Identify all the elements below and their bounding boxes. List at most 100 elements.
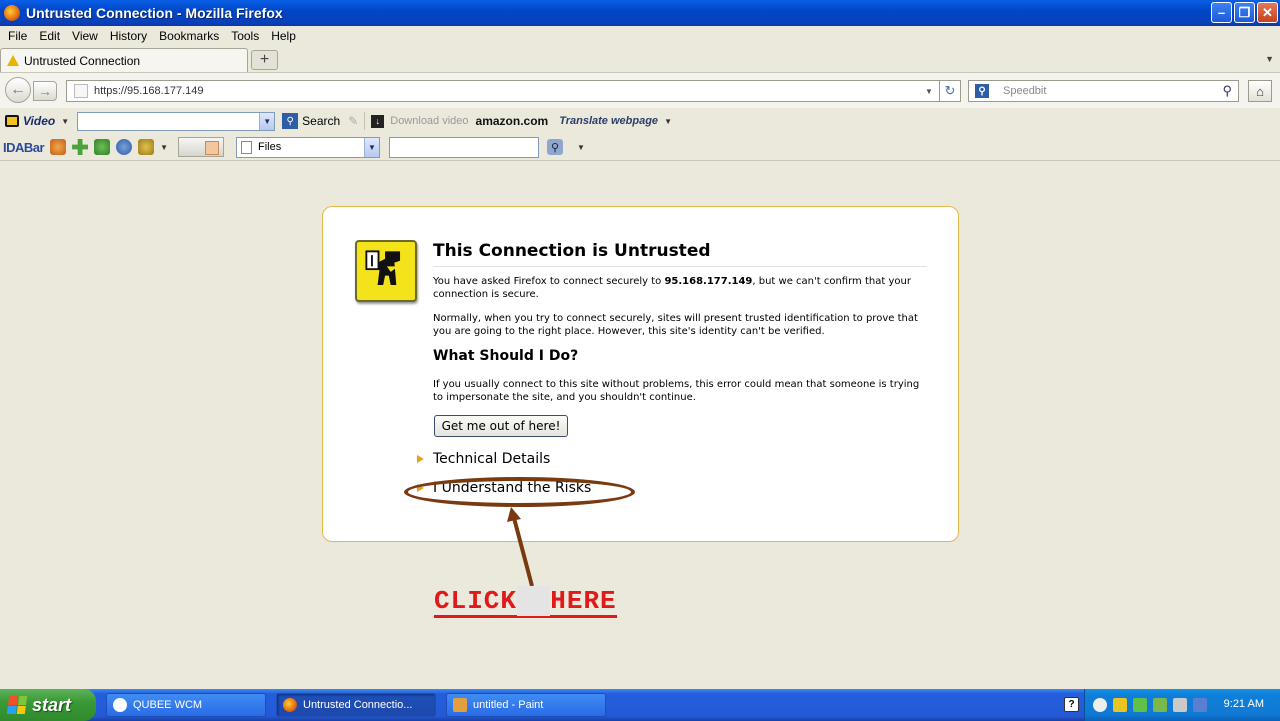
- window-title: Untrusted Connection - Mozilla Firefox: [26, 5, 283, 21]
- menu-help[interactable]: Help: [265, 29, 302, 43]
- technical-details-label: Technical Details: [433, 451, 551, 467]
- taskbar-item-qubee[interactable]: QUBEE WCM: [106, 693, 266, 717]
- menu-edit[interactable]: Edit: [33, 29, 66, 43]
- tab-untrusted-connection[interactable]: Untrusted Connection: [0, 48, 248, 72]
- text-gap: [517, 586, 551, 616]
- idabar-search-input[interactable]: [389, 136, 539, 158]
- network-icon[interactable]: [1133, 698, 1147, 712]
- policeman-warning-icon: [355, 240, 417, 302]
- reload-icon: ↻: [944, 83, 956, 98]
- combo-dropdown-icon[interactable]: ▼: [259, 112, 275, 130]
- scheduler-icon[interactable]: [138, 139, 155, 155]
- start-label: start: [32, 694, 72, 715]
- files-select[interactable]: Files ▼: [236, 136, 380, 158]
- search-engine-selector[interactable]: ⚲: [969, 81, 995, 101]
- reload-button[interactable]: ↻: [939, 80, 961, 102]
- url-history-dropdown-icon[interactable]: ▼: [925, 87, 939, 96]
- download-label: Download video: [390, 115, 469, 127]
- taskbar-item-label: QUBEE WCM: [133, 699, 203, 711]
- firefox-icon: [4, 5, 20, 21]
- add-icon[interactable]: [72, 139, 89, 155]
- intro-text-before: You have asked Firefox to connect secure…: [433, 276, 665, 287]
- host-name: 95.168.177.149: [664, 276, 753, 287]
- page-title: This Connection is Untrusted: [433, 241, 927, 267]
- click-word: CLICK: [434, 586, 518, 616]
- windows-taskbar: start QUBEE WCM Untrusted Connectio... u…: [0, 689, 1280, 721]
- new-tab-button[interactable]: +: [251, 50, 278, 70]
- idabar-search-icon[interactable]: ⚲: [547, 139, 563, 155]
- search-input[interactable]: Speedbit: [1003, 85, 1222, 97]
- search-label: Search: [302, 114, 341, 128]
- toolbar-search-button[interactable]: ⚲ Search: [282, 113, 340, 129]
- idabar-toolbar: IDABar ▼ Files ▼ ⚲ ▼: [0, 134, 1280, 161]
- speed-slider[interactable]: [178, 137, 224, 157]
- start-button[interactable]: start: [0, 689, 96, 721]
- highlight-oval: [404, 477, 635, 507]
- video-dropdown-icon[interactable]: ▼: [61, 117, 69, 126]
- minimize-button[interactable]: –: [1211, 2, 1232, 23]
- globe-icon[interactable]: [116, 139, 133, 155]
- url-bar[interactable]: https://95.168.177.149 ▼: [66, 80, 940, 102]
- menu-tools[interactable]: Tools: [225, 29, 265, 43]
- download-icon: ↓: [371, 114, 385, 128]
- video-label: Video: [23, 114, 56, 128]
- translate-dropdown-icon[interactable]: ▼: [664, 117, 672, 126]
- toolbar-search-combo[interactable]: ▼: [77, 111, 276, 131]
- here-word: HERE: [550, 586, 617, 616]
- get-me-out-button[interactable]: Get me out of here!: [434, 415, 568, 437]
- system-clock[interactable]: 9:21 AM: [1224, 698, 1264, 710]
- close-button[interactable]: ✕: [1257, 2, 1278, 23]
- idabar-more-icon[interactable]: ▼: [577, 143, 585, 152]
- url-text[interactable]: https://95.168.177.149: [94, 85, 925, 97]
- menu-history[interactable]: History: [104, 29, 153, 43]
- taskbar-item-paint[interactable]: untitled - Paint: [446, 693, 606, 717]
- monitor-icon[interactable]: [1193, 698, 1207, 712]
- restore-button[interactable]: ❐: [1234, 2, 1255, 23]
- magnifier-icon[interactable]: ⚲: [1222, 83, 1232, 99]
- qubee-icon: [113, 698, 127, 712]
- idabar-download-icon[interactable]: [50, 139, 67, 155]
- intro-paragraph: You have asked Firefox to connect secure…: [433, 275, 927, 301]
- site-identity-icon[interactable]: [74, 84, 88, 98]
- tab-label: Untrusted Connection: [24, 53, 141, 68]
- wireless-icon[interactable]: [1153, 698, 1167, 712]
- technical-details-expander[interactable]: Technical Details: [417, 451, 550, 467]
- tab-strip: Untrusted Connection + ▼: [0, 46, 1280, 72]
- menu-view[interactable]: View: [66, 29, 104, 43]
- download-video-button[interactable]: ↓ Download video: [371, 114, 469, 128]
- help-icon[interactable]: ?: [1064, 697, 1079, 712]
- add-batch-icon[interactable]: [94, 139, 111, 155]
- back-button[interactable]: ←: [5, 77, 31, 103]
- idabar-logo[interactable]: IDABar: [3, 140, 45, 155]
- menu-bookmarks[interactable]: Bookmarks: [153, 29, 225, 43]
- highlight-icon[interactable]: ✎: [348, 114, 358, 128]
- paint-icon: [453, 698, 467, 712]
- system-tray: 9:21 AM: [1084, 689, 1280, 721]
- home-button[interactable]: ⌂: [1248, 80, 1272, 102]
- idabar-dropdown-icon[interactable]: ▼: [160, 143, 168, 152]
- menu-bar: File Edit View History Bookmarks Tools H…: [0, 26, 1280, 46]
- window-titlebar: Untrusted Connection - Mozilla Firefox –…: [0, 0, 1280, 26]
- advice-paragraph: If you usually connect to this site with…: [433, 379, 920, 403]
- toolbar-separator: [364, 112, 366, 130]
- firefox-icon: [283, 698, 297, 712]
- tray-back-icon[interactable]: [1093, 698, 1107, 712]
- list-all-tabs-icon[interactable]: ▼: [1265, 54, 1274, 64]
- volume-icon[interactable]: [1173, 698, 1187, 712]
- forward-arrow-icon: →: [38, 83, 52, 99]
- menu-file[interactable]: File: [2, 29, 33, 43]
- files-dropdown-icon[interactable]: ▼: [364, 137, 379, 157]
- page-content: This Connection is Untrusted You have as…: [0, 162, 1280, 689]
- explanation-paragraph: Normally, when you try to connect secure…: [433, 313, 918, 337]
- what-should-i-do-heading: What Should I Do?: [433, 348, 579, 364]
- security-shield-icon[interactable]: [1113, 698, 1127, 712]
- taskbar-item-firefox[interactable]: Untrusted Connectio...: [276, 693, 436, 717]
- translate-webpage-button[interactable]: Translate webpage: [559, 115, 658, 127]
- navigation-bar: ← → https://95.168.177.149 ▼ ↻ ⚲ Speedbi…: [0, 72, 1280, 108]
- amazon-button[interactable]: amazon.com: [476, 114, 549, 128]
- video-menu[interactable]: Video: [5, 114, 55, 128]
- forward-button[interactable]: →: [33, 81, 57, 101]
- search-bar[interactable]: ⚲ Speedbit ⚲: [968, 80, 1239, 102]
- windows-flag-icon: [6, 696, 28, 714]
- video-toolbar: Video ▼ ▼ ⚲ Search ✎ ↓ Download video amaz…: [0, 108, 1280, 134]
